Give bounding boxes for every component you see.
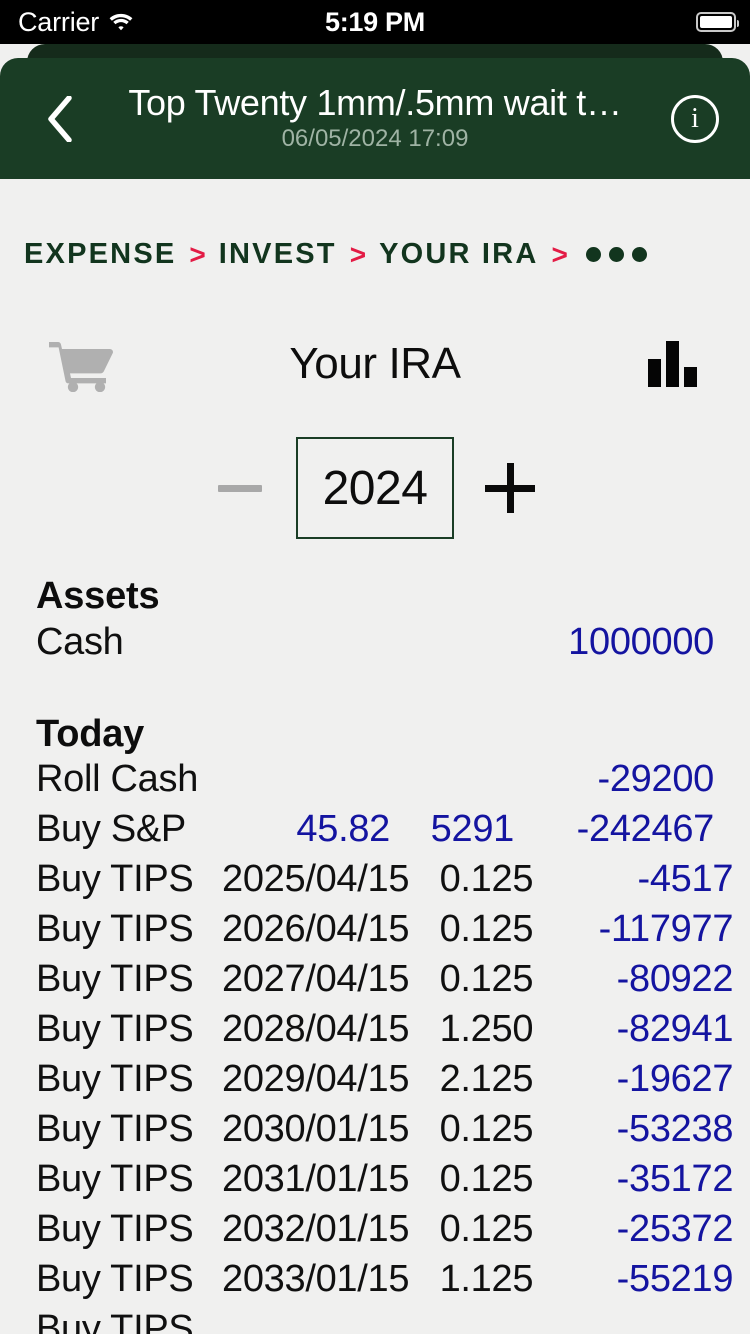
row-amount: -29200	[597, 758, 714, 800]
table-row[interactable]: Buy TIPS 2028/04/15 1.250 -82941	[0, 1008, 750, 1058]
row-label: Buy TIPS	[36, 1208, 194, 1250]
row-amount: -19627	[616, 1058, 734, 1100]
table-row[interactable]: Buy TIPS 2032/01/15 0.125 -25372	[0, 1208, 750, 1258]
transaction-list: Assets Cash 1000000 Today Roll Cash -29200 Buy…	[0, 573, 750, 1334]
row-detail-primary: 2027/04/15	[222, 958, 410, 1000]
app-root: Carrier 5:19 PM Top Twenty 1mm/.5mm wait…	[0, 0, 750, 1334]
row-detail-secondary: 0.125	[439, 1158, 534, 1200]
row-amount: 1000000	[568, 620, 714, 663]
row-detail-primary: 2026/04/15	[222, 908, 410, 950]
content-area: EXPENSE > INVEST > YOUR IRA > Your IRA 2…	[0, 179, 750, 1334]
table-row[interactable]: Buy S&P 45.82 5291 -242467	[0, 808, 750, 858]
ellipsis-icon[interactable]	[585, 247, 647, 262]
breadcrumb-separator: >	[189, 238, 206, 270]
table-row[interactable]: Buy TIPS 2026/04/15 0.125 -117977	[0, 908, 750, 958]
section-heading: Assets	[36, 575, 160, 617]
breadcrumb-separator: >	[551, 238, 568, 270]
row-amount: -117977	[598, 908, 734, 950]
nav-title: Top Twenty 1mm/.5mm wait t…	[128, 84, 622, 123]
row-amount: -4517	[637, 858, 734, 900]
row-detail-secondary: 5291	[430, 808, 515, 850]
bar-chart-icon-bar-2	[666, 341, 679, 387]
navigation-bar: Top Twenty 1mm/.5mm wait t… 06/05/2024 1…	[0, 44, 750, 179]
row-detail-primary: 2031/01/15	[222, 1158, 410, 1200]
row-detail-secondary: 0.125	[439, 908, 534, 950]
shopping-cart-button[interactable]	[44, 336, 120, 392]
row-detail-primary: 45.82	[296, 808, 390, 850]
breadcrumb-item-invest[interactable]: INVEST	[219, 238, 337, 271]
row-detail-primary: 2032/01/15	[222, 1208, 410, 1250]
breadcrumb-item-expense[interactable]: EXPENSE	[24, 238, 176, 271]
status-bar-right	[696, 0, 739, 44]
back-button[interactable]	[30, 89, 90, 149]
bar-chart-icon-bar-1	[648, 359, 661, 387]
section-heading: Today	[36, 712, 145, 755]
battery-full-icon	[696, 12, 739, 32]
row-detail-secondary: 0.125	[439, 958, 534, 1000]
row-detail-secondary: 1.125	[439, 1258, 534, 1300]
row-label: Buy TIPS	[36, 1258, 194, 1300]
table-row[interactable]: Buy TIPS 2030/01/15 0.125 -53238	[0, 1108, 750, 1158]
breadcrumb-item-your-ira[interactable]: YOUR IRA	[379, 238, 538, 271]
row-detail-secondary: 0.125	[439, 858, 534, 900]
row-detail-primary: 2030/01/15	[222, 1108, 410, 1150]
row-detail-primary: 2033/01/15	[222, 1258, 410, 1300]
row-amount: -80922	[616, 958, 734, 1000]
row-detail-secondary: 0.125	[439, 1208, 534, 1250]
nav-title-group: Top Twenty 1mm/.5mm wait t… 06/05/2024 1…	[0, 84, 750, 153]
page-title-row: Your IRA	[0, 323, 750, 405]
year-input[interactable]: 2024	[296, 437, 454, 539]
table-row[interactable]: Buy TIPS 2033/01/15 1.125 -55219	[0, 1258, 750, 1308]
info-button[interactable]: i	[666, 90, 724, 148]
row-label: Buy TIPS	[36, 1308, 194, 1334]
row-detail-secondary: 2.125	[439, 1058, 534, 1100]
minus-icon	[218, 484, 262, 492]
table-row[interactable]: Buy TIPS 2031/01/15 0.125 -35172	[0, 1158, 750, 1208]
row-label: Buy TIPS	[36, 1058, 194, 1100]
row-label: Buy S&P	[36, 808, 186, 850]
row-label: Buy TIPS	[36, 1108, 194, 1150]
status-bar-time: 5:19 PM	[325, 6, 425, 37]
row-detail-primary: 2029/04/15	[222, 1058, 410, 1100]
table-row[interactable]: Buy TIPS 2027/04/15 0.125 -80922	[0, 958, 750, 1008]
row-amount: -242467	[576, 808, 715, 850]
breadcrumb: EXPENSE > INVEST > YOUR IRA >	[0, 179, 750, 271]
breadcrumb-separator: >	[349, 238, 367, 270]
plus-icon-vertical	[506, 463, 514, 513]
row-label: Cash	[36, 620, 124, 663]
row-label: Buy TIPS	[36, 908, 194, 950]
table-row[interactable]: Roll Cash -29200	[0, 758, 750, 808]
table-row[interactable]: Cash 1000000	[0, 621, 750, 671]
year-stepper: 2024	[0, 423, 750, 553]
info-icon: i	[671, 94, 719, 143]
row-amount: -82941	[616, 1008, 734, 1050]
row-label: Buy TIPS	[36, 858, 194, 900]
nav-bar-card: Top Twenty 1mm/.5mm wait t… 06/05/2024 1…	[0, 58, 750, 179]
info-icon-glyph: i	[691, 102, 699, 134]
row-amount: -25372	[616, 1208, 734, 1250]
row-label: Buy TIPS	[36, 958, 194, 1000]
row-label: Buy TIPS	[36, 1158, 194, 1200]
chevron-left-icon	[48, 95, 72, 142]
nav-subtitle: 06/05/2024 17:09	[281, 124, 469, 152]
shopping-cart-icon	[49, 341, 113, 392]
row-detail-primary: 2025/04/15	[222, 858, 410, 900]
table-row[interactable]: Buy TIPS 2029/04/15 2.125 -19627	[0, 1058, 750, 1108]
page-title: Your IRA	[289, 339, 461, 388]
status-bar: Carrier 5:19 PM	[0, 0, 750, 44]
chart-button[interactable]	[648, 341, 698, 387]
table-row[interactable]: Buy TIPS 2025/04/15 0.125 -4517	[0, 858, 750, 908]
bar-chart-icon-bar-3	[684, 367, 697, 387]
row-amount: -53238	[616, 1108, 734, 1150]
year-value: 2024	[322, 461, 428, 515]
row-label: Roll Cash	[36, 758, 199, 800]
row-detail-secondary: 0.125	[439, 1108, 534, 1150]
row-detail-secondary: 1.250	[439, 1008, 534, 1050]
row-label: Buy TIPS	[36, 1008, 194, 1050]
row-amount: -55219	[616, 1258, 734, 1300]
row-detail-primary: 2028/04/15	[222, 1008, 410, 1050]
year-decrement-button[interactable]	[184, 484, 296, 492]
row-amount: -35172	[616, 1158, 734, 1200]
table-row[interactable]: Buy TIPS	[0, 1308, 750, 1334]
